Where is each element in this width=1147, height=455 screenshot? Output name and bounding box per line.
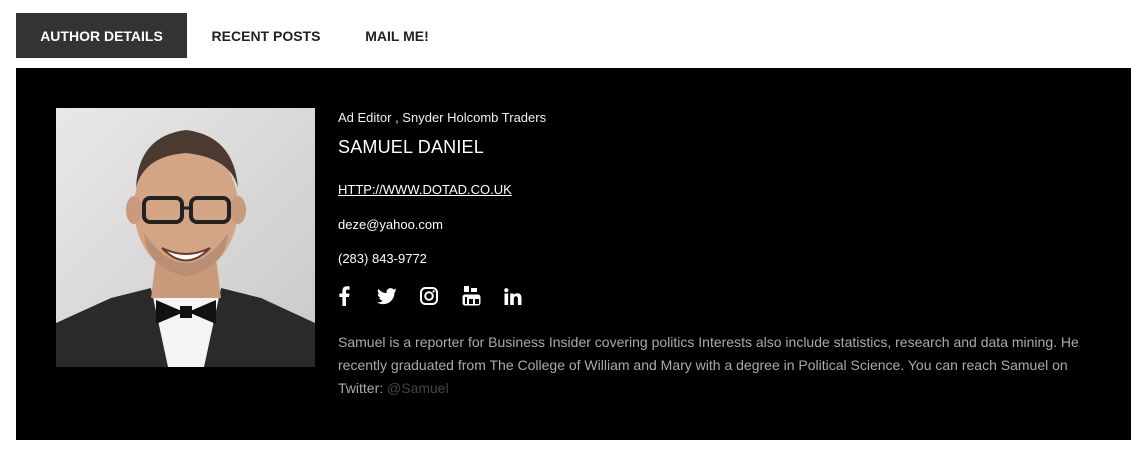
author-website-link[interactable]: HTTP://WWW.DOTAD.CO.UK bbox=[338, 182, 512, 197]
author-photo bbox=[56, 108, 315, 367]
instagram-icon[interactable] bbox=[418, 285, 440, 307]
author-email: deze@yahoo.com bbox=[338, 217, 443, 232]
facebook-icon[interactable] bbox=[338, 285, 350, 307]
author-bio: Samuel is a reporter for Business Inside… bbox=[338, 331, 1093, 400]
author-role: Ad Editor , Snyder Holcomb Traders bbox=[338, 110, 547, 125]
author-bio-text: Samuel is a reporter for Business Inside… bbox=[338, 334, 1079, 396]
tab-mail-me[interactable]: MAIL ME! bbox=[345, 13, 449, 58]
youtube-icon[interactable] bbox=[460, 285, 482, 307]
tab-recent-posts[interactable]: RECENT POSTS bbox=[187, 13, 345, 58]
tab-author-details[interactable]: AUTHOR DETAILS bbox=[16, 13, 187, 58]
linkedin-icon[interactable] bbox=[502, 285, 524, 307]
tab-bar: AUTHOR DETAILS RECENT POSTS MAIL ME! bbox=[16, 13, 449, 58]
social-links bbox=[338, 285, 544, 307]
author-details-panel: Ad Editor , Snyder Holcomb Traders SAMUE… bbox=[16, 68, 1131, 440]
twitter-icon[interactable] bbox=[376, 285, 398, 307]
author-phone: (283) 843-9772 bbox=[338, 251, 427, 266]
author-name: SAMUEL DANIEL bbox=[338, 137, 484, 157]
twitter-handle-link[interactable]: @Samuel bbox=[387, 380, 449, 396]
